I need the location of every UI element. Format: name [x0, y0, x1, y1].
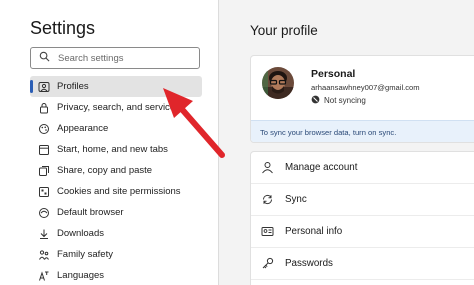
page-title: Your profile	[250, 23, 318, 38]
sidebar-item-family-safety[interactable]: Family safety	[30, 244, 202, 265]
sidebar-item-appearance[interactable]: Appearance	[30, 118, 202, 139]
appearance-icon	[38, 123, 50, 135]
download-icon	[38, 228, 50, 240]
sidebar-item-label: Cookies and site permissions	[57, 186, 181, 197]
key-icon	[261, 257, 274, 270]
sync-icon	[261, 193, 274, 206]
family-icon	[38, 249, 50, 261]
sync-item[interactable]: Sync	[251, 184, 474, 216]
sidebar-item-privacy[interactable]: Privacy, search, and services	[30, 97, 202, 118]
browser-icon	[38, 207, 50, 219]
menu-item-label: Passwords	[285, 258, 333, 269]
passwords-item[interactable]: Passwords	[251, 248, 474, 280]
sidebar-item-label: Appearance	[57, 123, 109, 134]
sync-status: Not syncing	[311, 95, 366, 106]
menu-item-label: Sync	[285, 194, 307, 205]
search-box[interactable]	[30, 47, 200, 69]
languages-icon	[38, 270, 50, 282]
avatar	[262, 67, 294, 99]
sync-banner: To sync your browser data, turn on sync.	[251, 120, 474, 142]
search-input[interactable]	[58, 52, 198, 64]
person-icon	[261, 161, 274, 174]
menu-item-label: Personal info	[285, 226, 343, 237]
profile-email: arhaansawhney007@gmail.com	[311, 83, 420, 92]
manage-account-item[interactable]: Manage account	[251, 152, 474, 184]
menu-item-label: Manage account	[285, 162, 358, 173]
profile-name: Personal	[311, 68, 356, 80]
profile-icon	[38, 81, 50, 93]
lock-icon	[38, 102, 50, 114]
sidebar-item-label: Share, copy and paste	[57, 165, 153, 176]
main-panel: Your profile Personal arhaansawhney007@g…	[219, 0, 474, 285]
sidebar-item-label: Languages	[57, 270, 105, 281]
sync-status-text: Not syncing	[324, 96, 366, 105]
sidebar-item-default-browser[interactable]: Default browser	[30, 202, 202, 223]
sidebar-item-label: Start, home, and new tabs	[57, 144, 168, 155]
home-tabs-icon	[38, 144, 50, 156]
sidebar-item-cookies[interactable]: Cookies and site permissions	[30, 181, 202, 202]
profile-menu: Manage account Sync Personal info Passwo…	[250, 151, 474, 285]
settings-title: Settings	[30, 18, 96, 38]
profile-card: Personal arhaansawhney007@gmail.com Not …	[250, 55, 474, 143]
sidebar-item-label: Profiles	[57, 81, 89, 92]
share-icon	[38, 165, 50, 177]
search-icon	[39, 49, 50, 67]
settings-nav: Profiles Privacy, search, and services A…	[30, 76, 202, 285]
sidebar-item-label: Family safety	[57, 249, 113, 260]
sidebar-item-start-home[interactable]: Start, home, and new tabs	[30, 139, 202, 160]
sidebar-item-label: Default browser	[57, 207, 124, 218]
settings-sidebar: Settings Profiles Privacy, search, and s…	[0, 0, 218, 285]
not-syncing-icon	[311, 95, 324, 106]
sidebar-item-label: Privacy, search, and services	[57, 102, 180, 113]
sidebar-item-profiles[interactable]: Profiles	[30, 76, 202, 97]
personal-info-item[interactable]: Personal info	[251, 216, 474, 248]
personal-info-icon	[261, 225, 274, 238]
sidebar-item-downloads[interactable]: Downloads	[30, 223, 202, 244]
cookies-icon	[38, 186, 50, 198]
sidebar-item-label: Downloads	[57, 228, 104, 239]
sidebar-item-languages[interactable]: Languages	[30, 265, 202, 285]
sidebar-item-share[interactable]: Share, copy and paste	[30, 160, 202, 181]
